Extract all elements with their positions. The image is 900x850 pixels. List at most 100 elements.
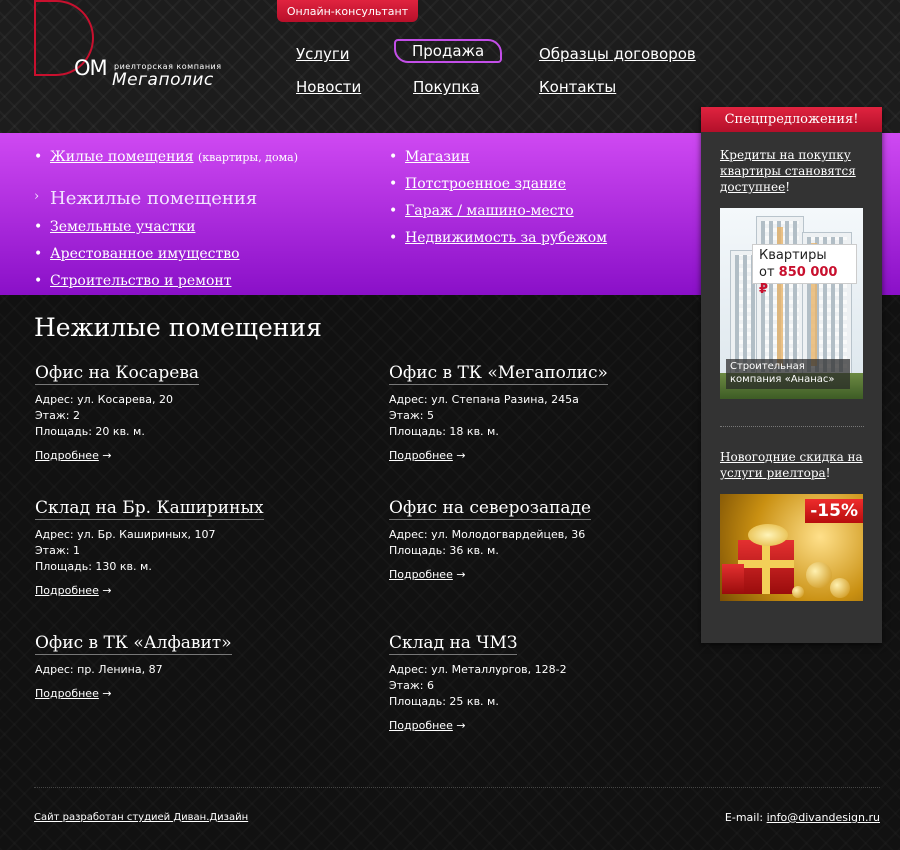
more-link[interactable]: Подробнее → — [35, 687, 355, 700]
listing-title[interactable]: Склад на Бр. Кашириных — [35, 498, 264, 520]
more-link[interactable]: Подробнее → — [389, 719, 709, 732]
listing-detail-line: Адрес: ул. Молодогвардейцев, 36 — [389, 528, 586, 541]
promo-suffix: ! — [825, 466, 831, 480]
listing-card: Офис в ТК «Алфавит» Адрес: пр. Ленина, 8… — [35, 633, 355, 700]
listing-card: Склад на Бр. Кашириных Адрес: ул. Бр. Ка… — [35, 498, 355, 597]
category-item-arestovannoe[interactable]: • Арестованное имущество — [34, 246, 240, 262]
listing-detail-line: Этаж: 1 — [35, 544, 80, 557]
listing-details: Адрес: ул. Бр. Кашириных, 107 Этаж: 1 Пл… — [35, 527, 355, 575]
more-link-label[interactable]: Подробнее — [389, 719, 453, 732]
listing-detail-line: Этаж: 6 — [389, 679, 434, 692]
email-link[interactable]: info@divandesign.ru — [767, 811, 880, 824]
listing-details: Адрес: ул. Металлургов, 128-2 Этаж: 6 Пл… — [389, 662, 709, 710]
category-item-garazh[interactable]: • Гараж / машино-место — [389, 203, 574, 219]
more-link-label[interactable]: Подробнее — [35, 449, 99, 462]
listing-detail-line: Площадь: 130 кв. м. — [35, 560, 152, 573]
more-link-label[interactable]: Подробнее — [35, 687, 99, 700]
ball-graphic — [806, 562, 832, 588]
category-current-label: Нежилые помещения — [50, 188, 258, 209]
bullet-icon: • — [34, 149, 43, 165]
discount-banner[interactable]: -15% — [720, 494, 863, 601]
listing-title[interactable]: Офис в ТК «Мегаполис» — [389, 363, 608, 385]
banner-price-label: Квартиры от 850 000 ₽ — [752, 244, 857, 297]
category-link[interactable]: Гараж / машино-место — [405, 203, 574, 219]
arrow-right-icon: → — [456, 568, 466, 581]
listing-title[interactable]: Офис в ТК «Алфавит» — [35, 633, 232, 655]
promo-newyear[interactable]: Новогодние скидка на услуги риелтора! — [720, 449, 870, 481]
listing-details: Адрес: ул. Степана Разина, 245а Этаж: 5 … — [389, 392, 709, 440]
bullet-icon: • — [34, 273, 43, 289]
category-item-zdanie[interactable]: • Потстроенное здание — [389, 176, 566, 192]
nav-uslugi[interactable]: Услуги — [296, 45, 349, 63]
logo-om-text: ОМ — [74, 56, 108, 80]
nav-pokupka[interactable]: Покупка — [413, 78, 479, 96]
listing-title[interactable]: Склад на ЧМЗ — [389, 633, 518, 655]
ball-graphic — [792, 586, 804, 598]
listing-card: Офис на Косарева Адрес: ул. Косарева, 20… — [35, 363, 355, 462]
listing-title[interactable]: Офис на северозападе — [389, 498, 592, 520]
category-item-magazin[interactable]: • Магазин — [389, 149, 470, 165]
nav-kontakty[interactable]: Контакты — [539, 78, 616, 96]
more-link-label[interactable]: Подробнее — [389, 568, 453, 581]
more-link[interactable]: Подробнее → — [389, 568, 709, 581]
nav-novosti[interactable]: Новости — [296, 78, 361, 96]
listing-card: Офис в ТК «Мегаполис» Адрес: ул. Степана… — [389, 363, 709, 462]
promo-credit[interactable]: Кредиты на покупку квартиры становятся д… — [720, 147, 870, 195]
category-link[interactable]: Недвижимость за рубежом — [405, 230, 607, 246]
listing-detail-line: Адрес: ул. Бр. Кашириных, 107 — [35, 528, 216, 541]
bullet-icon: • — [389, 203, 398, 219]
promo-newyear-link[interactable]: Новогодние скидка на услуги риелтора — [720, 450, 863, 480]
listing-title[interactable]: Офис на Косарева — [35, 363, 200, 385]
listing-detail-line: Площадь: 20 кв. м. — [35, 425, 145, 438]
bow-graphic — [748, 524, 788, 546]
banner-price-line2: от 850 000 ₽ — [759, 265, 838, 297]
category-item-zhilye[interactable]: • Жилые помещения (квартиры, дома) — [34, 149, 298, 165]
listing-detail-line: Этаж: 5 — [389, 409, 434, 422]
more-link[interactable]: Подробнее → — [35, 584, 355, 597]
category-item-zarubezhom[interactable]: • Недвижимость за рубежом — [389, 230, 607, 246]
nav-prodazha[interactable]: Продажа — [394, 39, 503, 63]
banner-price-line1: Квартиры — [759, 248, 827, 263]
arrow-right-icon: → — [102, 449, 112, 462]
listing-detail-line: Адрес: ул. Металлургов, 128-2 — [389, 663, 567, 676]
listing-detail-line: Площадь: 25 кв. м. — [389, 695, 499, 708]
more-link[interactable]: Подробнее → — [389, 449, 709, 462]
category-item-zemelnye[interactable]: • Земельные участки — [34, 219, 195, 235]
gift-graphic — [738, 540, 794, 594]
more-link[interactable]: Подробнее → — [35, 449, 355, 462]
logo-d-stem — [34, 0, 36, 76]
developer-credit-link[interactable]: Сайт разработан студией Диван.Дизайн — [34, 812, 248, 823]
category-item-nezhilye[interactable]: › Нежилые помещения — [34, 188, 258, 209]
page-title: Нежилые помещения — [34, 313, 322, 342]
category-link[interactable]: Потстроенное здание — [405, 176, 566, 192]
category-item-stroitelstvo[interactable]: • Строительство и ремонт — [34, 273, 232, 289]
more-link-label[interactable]: Подробнее — [35, 584, 99, 597]
gift-graphic — [722, 564, 744, 594]
apartments-banner[interactable]: Квартиры от 850 000 ₽ Строительная компа… — [720, 208, 863, 399]
email-label: E-mail: — [724, 811, 764, 824]
listing-details: Адрес: ул. Косарева, 20 Этаж: 2 Площадь:… — [35, 392, 355, 440]
chevron-right-icon: › — [34, 189, 40, 204]
listing-detail-line: Адрес: ул. Косарева, 20 — [35, 393, 173, 406]
discount-badge: -15% — [805, 499, 863, 523]
ball-graphic — [830, 578, 850, 598]
listing-card: Офис на северозападе Адрес: ул. Молодогв… — [389, 498, 709, 581]
banner-caption: Строительная компания «Ананас» — [726, 359, 850, 389]
arrow-right-icon: → — [102, 687, 112, 700]
category-link[interactable]: Земельные участки — [50, 219, 195, 235]
category-link[interactable]: Жилые помещения — [50, 149, 194, 165]
arrow-right-icon: → — [102, 584, 112, 597]
footer-divider — [34, 787, 880, 788]
arrow-right-icon: → — [456, 719, 466, 732]
category-link[interactable]: Арестованное имущество — [50, 246, 240, 262]
logo[interactable]: ОМ риелторская компания Мегаполис — [30, 0, 230, 100]
more-link-label[interactable]: Подробнее — [389, 449, 453, 462]
bullet-icon: • — [389, 230, 398, 246]
bullet-icon: • — [389, 176, 398, 192]
category-link[interactable]: Строительство и ремонт — [50, 273, 232, 289]
category-link[interactable]: Магазин — [405, 149, 470, 165]
online-consultant-button[interactable]: Онлайн-консультант — [277, 0, 418, 22]
listing-detail-line: Площадь: 36 кв. м. — [389, 544, 499, 557]
logo-name: Мегаполис — [112, 70, 214, 90]
nav-obrazcy-dogovorov[interactable]: Образцы договоров — [539, 45, 696, 63]
